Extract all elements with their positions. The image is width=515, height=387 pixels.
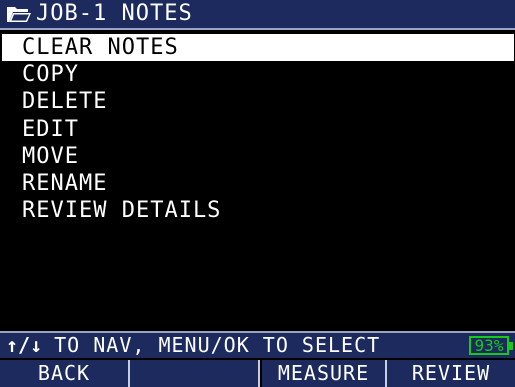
menu-list: CLEAR NOTES COPY DELETE EDIT MOVE RENAME… — [0, 34, 515, 224]
softkey-back[interactable]: BACK — [0, 360, 130, 387]
title-bar: JOB-1 NOTES — [0, 0, 515, 30]
menu-item-delete[interactable]: DELETE — [0, 88, 515, 115]
softkey-bar: BACK MEASURE REVIEW — [0, 360, 515, 387]
softkey-measure[interactable]: MEASURE — [262, 360, 387, 387]
folder-icon — [4, 2, 34, 26]
up-down-arrows-icon: ↑/↓ — [6, 333, 43, 357]
battery-icon — [509, 342, 513, 350]
battery-indicator: 93% — [469, 336, 509, 355]
menu-item-rename[interactable]: RENAME — [0, 170, 515, 197]
device-screen: JOB-1 NOTES CLEAR NOTES COPY DELETE EDIT… — [0, 0, 515, 387]
page-title: JOB-1 NOTES — [36, 1, 193, 26]
menu-item-clear-notes[interactable]: CLEAR NOTES — [2, 34, 514, 62]
menu-item-review-details[interactable]: REVIEW DETAILS — [0, 197, 515, 224]
menu-item-edit[interactable]: EDIT — [0, 116, 515, 143]
softkey-review[interactable]: REVIEW — [387, 360, 515, 387]
status-bar: ↑/↓ TO NAV, MENU/OK TO SELECT 93% — [0, 331, 515, 358]
softkey-blank-1[interactable] — [130, 360, 260, 387]
menu-item-copy[interactable]: COPY — [0, 61, 515, 88]
menu-item-move[interactable]: MOVE — [0, 143, 515, 170]
status-hint: TO NAV, MENU/OK TO SELECT — [54, 333, 381, 357]
